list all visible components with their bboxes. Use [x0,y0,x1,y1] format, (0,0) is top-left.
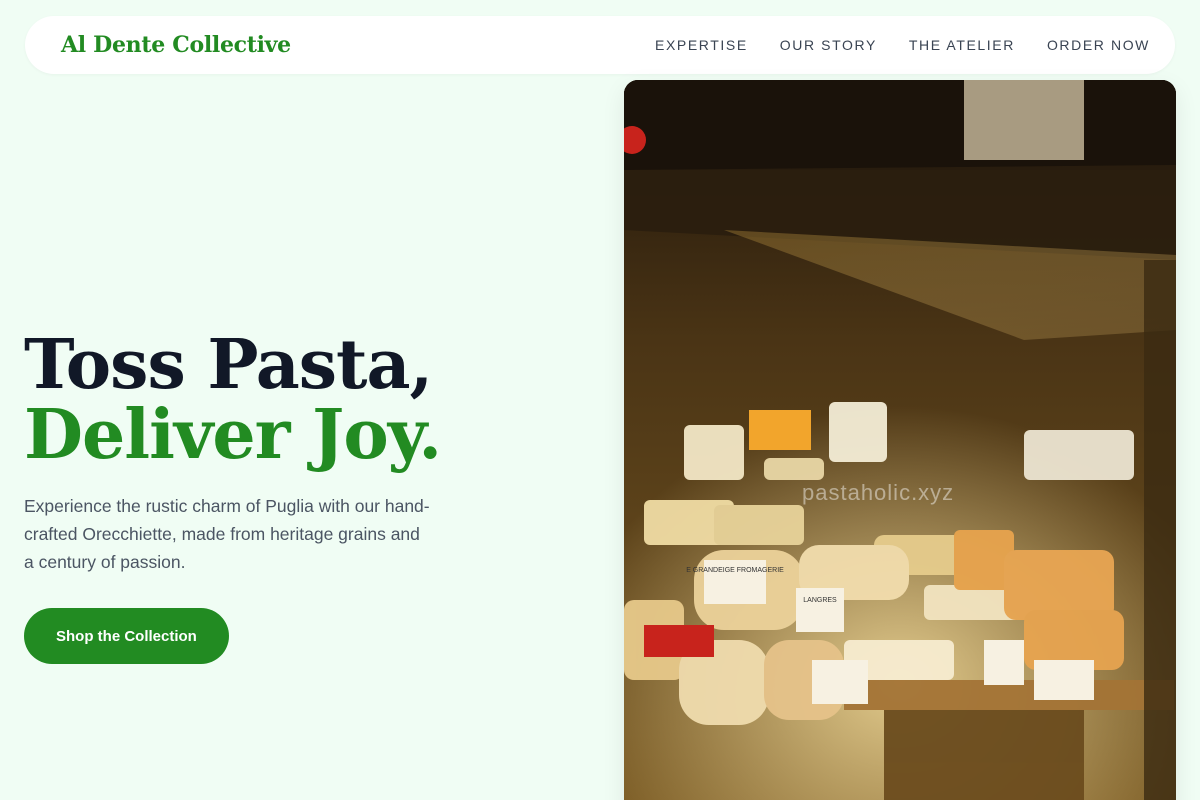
photo-illustration: E GRANDEIGE FROMAGERIE LANGRES [624,80,1176,800]
page: Al Dente Collective EXPERTISE OUR STORY … [0,0,1200,800]
hero-photo-cheese-display: E GRANDEIGE FROMAGERIE LANGRES pastaholi… [624,80,1176,800]
hero-headline: Toss Pasta, Deliver Joy. [24,330,544,470]
headline-line-2: Deliver Joy. [24,395,442,476]
nav-link-our-story[interactable]: OUR STORY [780,37,877,53]
label-text-2: LANGRES [803,597,837,604]
nav-links: EXPERTISE OUR STORY THE ATELIER ORDER NO… [655,37,1150,53]
headline-line-1: Toss Pasta, [24,325,433,405]
top-navigation: Al Dente Collective EXPERTISE OUR STORY … [25,16,1175,74]
nav-link-expertise[interactable]: EXPERTISE [655,37,748,53]
nav-link-the-atelier[interactable]: THE ATELIER [909,37,1015,53]
hero-description: Experience the rustic charm of Puglia wi… [24,496,430,573]
hero-section: Toss Pasta, Deliver Joy. Experience the … [24,330,544,665]
photo-watermark: pastaholic.xyz [802,480,955,505]
shop-collection-button[interactable]: Shop the Collection [24,608,229,665]
nav-link-order-now[interactable]: ORDER NOW [1047,37,1150,53]
brand-logo[interactable]: Al Dente Collective [61,32,291,58]
label-text-1: E GRANDEIGE FROMAGERIE [686,567,784,574]
